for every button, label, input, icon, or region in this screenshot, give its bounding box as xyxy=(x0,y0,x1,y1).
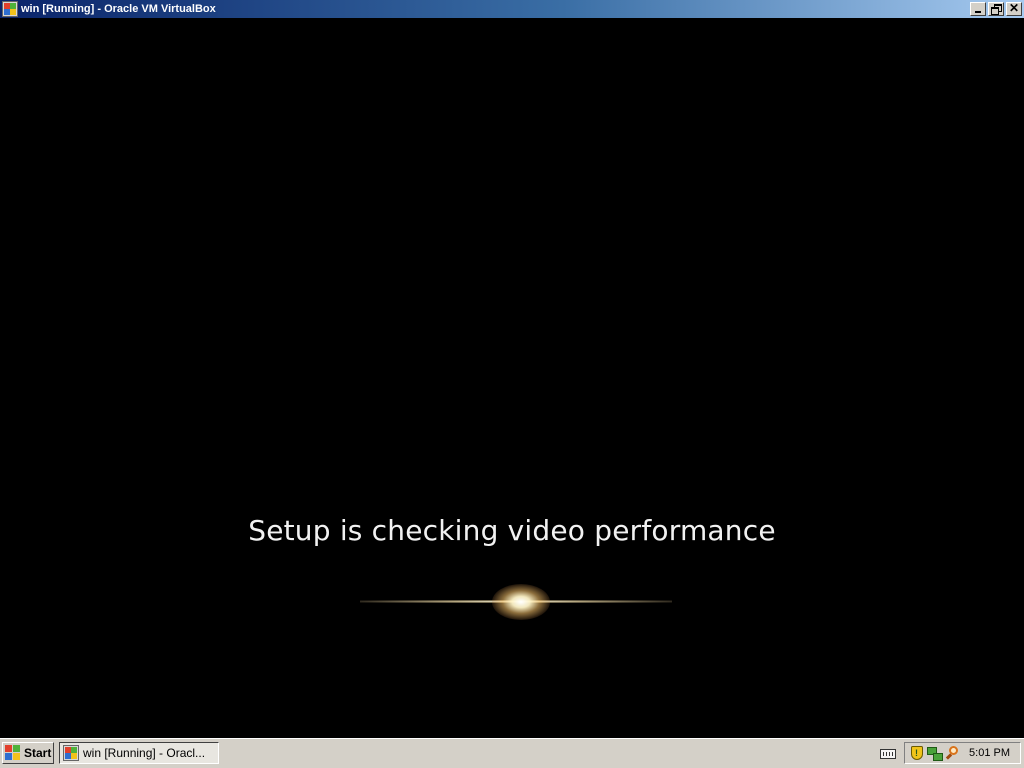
light-flare xyxy=(492,584,550,620)
minimize-button[interactable] xyxy=(970,2,986,16)
shield-icon[interactable]: ! xyxy=(909,745,925,761)
system-tray: ! 5:01 PM xyxy=(904,742,1021,764)
network-icon[interactable] xyxy=(927,745,943,761)
window-title-bar[interactable]: win [Running] - Oracle VM VirtualBox ✕ xyxy=(0,0,1024,18)
start-label: Start xyxy=(24,746,52,760)
minimize-icon xyxy=(975,11,981,13)
virtualbox-vm-icon xyxy=(63,745,79,761)
magnifier-icon[interactable] xyxy=(945,745,961,761)
taskbar-clock[interactable]: 5:01 PM xyxy=(969,747,1010,759)
window-title: win [Running] - Oracle VM VirtualBox xyxy=(21,3,216,15)
windows-logo-icon xyxy=(5,745,21,761)
taskbar-window-label: win [Running] - Oracl... xyxy=(83,746,206,760)
caption-buttons: ✕ xyxy=(970,1,1022,16)
close-icon: ✕ xyxy=(1008,1,1020,15)
close-button[interactable]: ✕ xyxy=(1006,1,1022,16)
restore-icon-back xyxy=(991,7,999,15)
virtualbox-vm-icon[interactable] xyxy=(2,1,18,17)
vm-display[interactable]: Setup is checking video performance xyxy=(0,18,1024,738)
keyboard-icon[interactable] xyxy=(880,747,896,759)
setup-status-message: Setup is checking video performance xyxy=(248,514,776,547)
taskbar-window-button[interactable]: win [Running] - Oracl... xyxy=(59,742,219,764)
restore-button[interactable] xyxy=(988,2,1004,16)
start-button[interactable]: Start xyxy=(2,742,54,764)
taskbar: Start win [Running] - Oracl... ! 5:01 PM xyxy=(0,738,1024,768)
